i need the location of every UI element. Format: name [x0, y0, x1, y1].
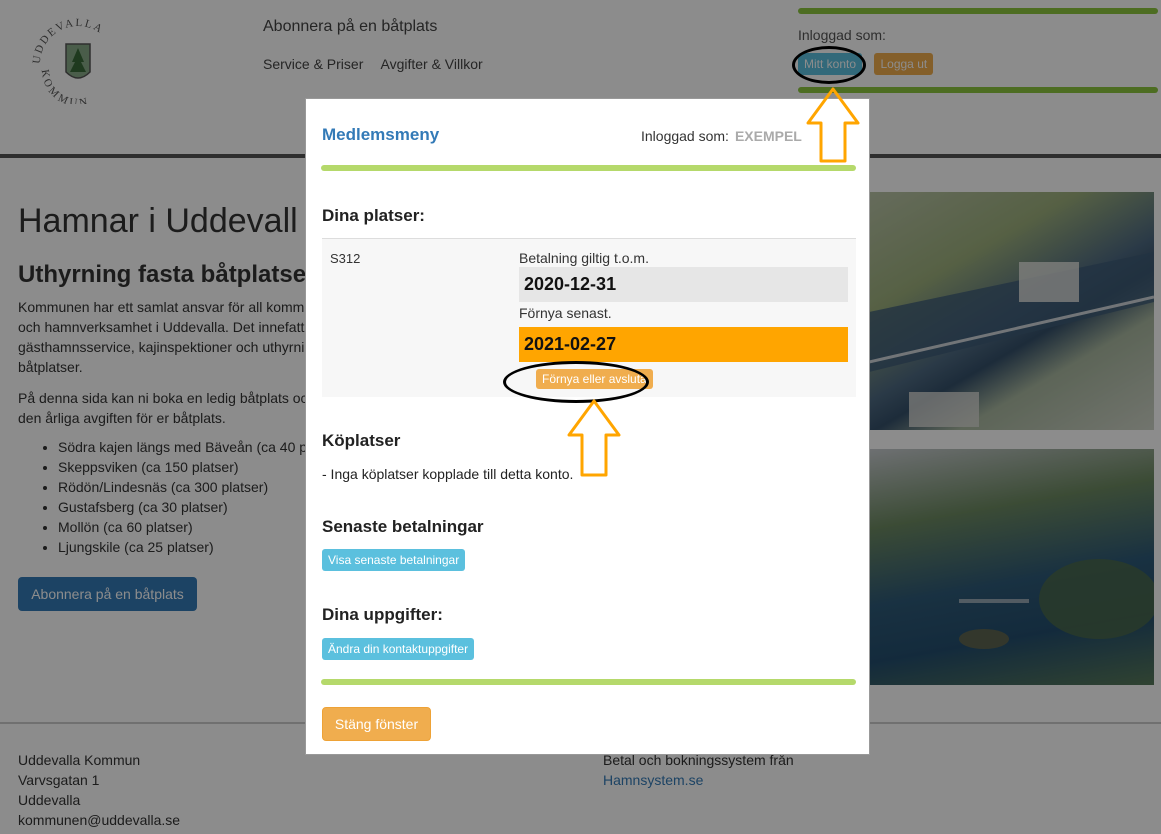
highlight-ellipse-renew	[503, 361, 649, 403]
edit-contact-details-button[interactable]: Ändra din kontaktuppgifter	[322, 638, 475, 660]
highlight-ellipse-my-account	[792, 46, 866, 84]
modal-divider-top	[321, 165, 856, 171]
show-payments-button[interactable]: Visa senaste betalningar	[322, 549, 466, 571]
modal-title: Medlemsmeny	[322, 125, 440, 144]
payment-valid-date: 2020-12-31	[519, 267, 848, 302]
payments-heading: Senaste betalningar	[322, 517, 484, 536]
details-heading: Dina uppgifter:	[322, 605, 443, 624]
queue-heading: Köplatser	[322, 431, 401, 450]
renew-latest-label: Förnya senast.	[519, 305, 612, 321]
modal-username: EXEMPEL	[734, 128, 802, 144]
payment-valid-label: Betalning giltig t.o.m.	[519, 250, 649, 266]
modal-divider-bottom	[321, 679, 856, 685]
your-places-heading: Dina platser:	[322, 206, 425, 225]
renew-latest-date: 2021-02-27	[519, 327, 848, 362]
up-arrow-icon	[567, 399, 621, 477]
modal-logged-in-label: Inloggad som:	[641, 128, 729, 144]
up-arrow-icon	[806, 87, 860, 163]
close-window-button[interactable]: Stäng fönster	[322, 707, 431, 741]
place-id: S312	[330, 251, 361, 266]
queue-empty-text: - Inga köplatser kopplade till detta kon…	[322, 466, 574, 482]
modal-logged-in-info: Inloggad som: EXEMPEL	[641, 128, 802, 144]
